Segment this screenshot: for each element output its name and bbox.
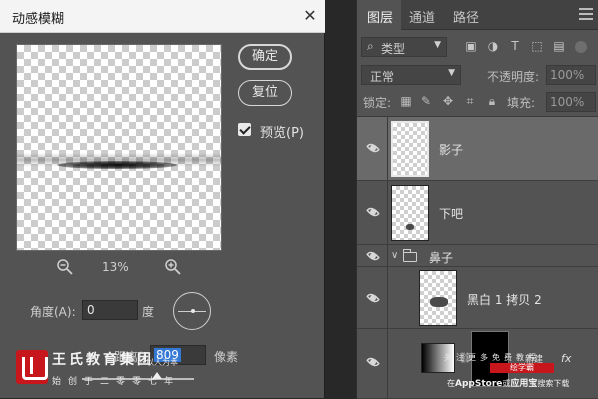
layer-name: 影子	[439, 143, 464, 157]
fill-field[interactable]: 100%	[546, 92, 596, 112]
angle-input[interactable]	[82, 300, 138, 320]
blurred-shadow-shape	[57, 161, 177, 169]
chevron-down-icon: ▼	[448, 68, 455, 78]
layer-thumbnail	[391, 121, 429, 177]
smart-object-filter-icon[interactable]: ▤	[551, 38, 567, 54]
watermark-download-text: 在AppStore或应用宝搜索下载	[447, 379, 570, 389]
distance-unit: 像素	[214, 350, 239, 364]
tab-paths[interactable]: 路径	[453, 7, 479, 26]
eye-icon[interactable]	[365, 205, 381, 219]
dialog-title: 动感模糊	[12, 12, 65, 27]
blur-preview[interactable]	[16, 44, 222, 251]
filter-kind-value: 类型	[381, 42, 406, 56]
thumbnail-shape	[430, 297, 448, 307]
watermark-logo	[16, 350, 48, 384]
tab-layers[interactable]: 图层	[367, 7, 393, 26]
angle-label: 角度(A):	[30, 305, 76, 319]
lock-transparent-icon[interactable]: ▦	[399, 94, 413, 108]
close-icon[interactable]: ✕	[301, 7, 319, 25]
folder-icon	[403, 249, 417, 262]
lock-position-icon[interactable]: ✥	[441, 94, 455, 108]
angle-dial[interactable]	[173, 292, 211, 330]
fx-icon: fx	[561, 352, 572, 365]
adjustment-filter-icon[interactable]: ◑	[485, 38, 501, 54]
shape-filter-icon[interactable]: ⬚	[529, 38, 545, 54]
chevron-down-icon[interactable]: ∨	[391, 250, 398, 261]
lock-paint-icon[interactable]: ✎	[419, 94, 433, 108]
layers-panel: 图层 通道 路径 ⌕ 类型 ▼ ▣ ◑ T ⬚ ▤ 正常 ▼ 不透明度: 100…	[356, 0, 598, 399]
watermark-footer-text: 新建	[525, 355, 544, 365]
layer-thumbnail	[391, 185, 429, 241]
lock-row: 锁定: ▦ ✎ ✥ ⌗ 🔒︎ 填充: 100%	[361, 92, 596, 112]
type-filter-icon[interactable]: T	[507, 38, 523, 54]
fill-label: 填充:	[507, 96, 536, 110]
blend-mode-select[interactable]: 正常 ▼	[361, 65, 461, 85]
lock-label: 锁定:	[363, 96, 392, 110]
opacity-field[interactable]: 100%	[546, 65, 596, 85]
layer-name: 下吧	[439, 207, 464, 221]
panel-menu-icon[interactable]	[579, 8, 593, 20]
thumbnail-shape	[406, 224, 414, 230]
eye-icon[interactable]	[365, 141, 381, 155]
layer-filter-row: ⌕ 类型 ▼ ▣ ◑ T ⬚ ▤	[361, 37, 595, 59]
chevron-down-icon: ▼	[434, 40, 441, 50]
layer-row[interactable]: 影子	[357, 117, 598, 181]
layer-group-row[interactable]: ∨ 鼻子	[357, 245, 598, 267]
search-icon: ⌕	[367, 39, 374, 53]
eye-icon[interactable]	[365, 249, 381, 263]
layer-row[interactable]: 下吧	[357, 181, 598, 245]
zoom-controls: 13%	[56, 258, 186, 278]
pixel-filter-icon[interactable]: ▣	[463, 38, 479, 54]
zoom-level: 13%	[102, 260, 129, 274]
blend-mode-value: 正常	[370, 70, 395, 84]
watermark-founded: 始创于二零零七年	[52, 377, 181, 387]
watermark-tagline: 以人为本	[146, 358, 178, 367]
filter-toggle-icon[interactable]	[575, 41, 587, 53]
zoom-in-icon[interactable]	[164, 258, 182, 276]
panel-tabs: 图层 通道 路径	[357, 0, 598, 30]
watermark-brand-banner: 绘学霸	[490, 363, 554, 373]
tab-channels[interactable]: 通道	[409, 7, 435, 26]
eye-icon[interactable]	[365, 355, 381, 369]
group-name: 鼻子	[429, 251, 454, 265]
lock-artboard-icon[interactable]: ⌗	[463, 94, 477, 108]
motion-blur-dialog: 动感模糊 ✕ 13% 确定 复位 预览(P) 角度(A): 度 距离(D): 8…	[0, 0, 325, 398]
preview-label: 预览(P)	[260, 126, 304, 141]
reset-button[interactable]: 复位	[238, 80, 292, 106]
filter-kind-select[interactable]: ⌕ 类型 ▼	[361, 37, 447, 57]
blend-row: 正常 ▼ 不透明度: 100%	[361, 65, 596, 85]
checkmark-icon	[238, 123, 251, 136]
watermark-name: 王氏教育集团	[52, 352, 154, 368]
canvas-gap	[326, 0, 356, 398]
layer-thumbnail	[419, 270, 457, 326]
opacity-label: 不透明度:	[487, 70, 540, 84]
layer-name: 黑白 1 拷贝 2	[467, 293, 542, 307]
dialog-title-bar[interactable]: 动感模糊 ✕	[0, 0, 325, 33]
preview-checkbox[interactable]: 预览(P)	[238, 122, 328, 141]
zoom-out-icon[interactable]	[56, 258, 74, 276]
ok-button[interactable]: 确定	[238, 44, 292, 70]
layer-row[interactable]: 黑白 1 拷贝 2	[357, 267, 598, 329]
lock-all-icon[interactable]: 🔒︎	[485, 94, 499, 108]
angle-unit: 度	[142, 305, 155, 319]
eye-icon[interactable]	[365, 291, 381, 305]
